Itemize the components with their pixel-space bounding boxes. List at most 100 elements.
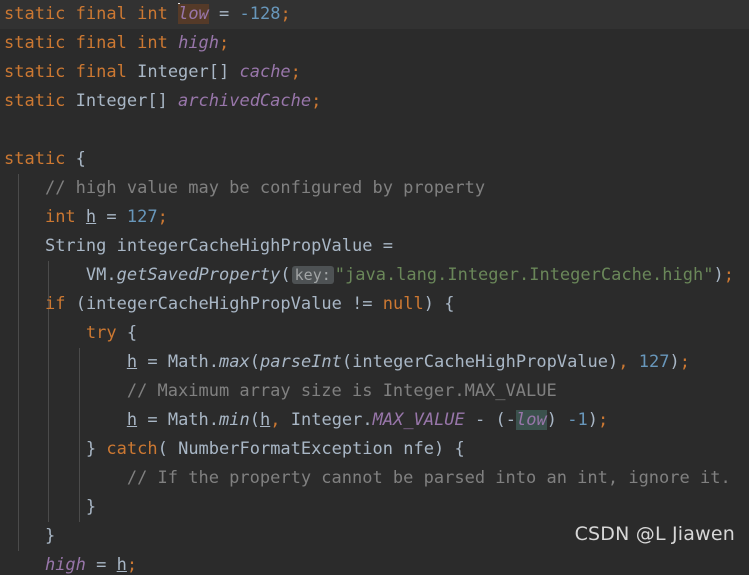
keyword-int: int [137, 33, 168, 53]
field-high-assignment[interactable]: high [45, 555, 86, 575]
field-cache-declaration[interactable]: cache [239, 62, 290, 82]
method-max[interactable]: max [219, 352, 250, 372]
paren-close: ) [669, 352, 680, 372]
code-line-12[interactable]: try { [0, 319, 749, 348]
local-var-h[interactable]: h [127, 410, 137, 430]
keyword-static: static [4, 33, 66, 53]
code-line-7[interactable]: // high value may be configured by prope… [0, 174, 749, 203]
dot: . [208, 352, 220, 372]
code-line-20[interactable]: high = h; [0, 551, 749, 575]
method-getsavedproperty[interactable]: getSavedProperty [117, 265, 281, 285]
number-127: 127 [126, 207, 158, 227]
code-line-18[interactable]: } [0, 493, 749, 522]
local-var-h-declaration[interactable]: h [86, 207, 96, 227]
brace-open: { [444, 294, 455, 314]
field-low-declaration[interactable]: low [178, 4, 209, 24]
brace-close: } [44, 526, 56, 546]
code-line-4[interactable]: static Integer[] archivedCache; [0, 87, 749, 116]
type-integer: Integer [290, 410, 363, 430]
method-parseint[interactable]: parseInt [260, 352, 342, 372]
code-line-5-blank[interactable] [0, 116, 749, 145]
code-line-10[interactable]: VM.getSavedProperty(key: "java.lang.Integ… [0, 261, 749, 290]
keyword-final: final [75, 33, 127, 53]
number-127: 127 [638, 352, 670, 372]
code-line-16[interactable]: } catch( NumberFormatException nfe) { [0, 435, 749, 464]
code-line-17[interactable]: // If the property cannot be parsed into… [0, 464, 749, 493]
local-var-h[interactable]: h [117, 555, 127, 575]
paren-close: ) [433, 439, 445, 459]
code-line-2[interactable]: static final int high; [0, 29, 749, 58]
local-var-integercachehighpropvalue[interactable]: integerCacheHighPropValue [117, 236, 373, 256]
comment-if-property-cannot-be-parsed: // If the property cannot be parsed into… [126, 468, 731, 488]
class-vm: VM [85, 265, 107, 285]
code-editor[interactable]: static final int low = -128; static fina… [0, 0, 749, 575]
code-line-9[interactable]: String integerCacheHighPropValue = [0, 232, 749, 261]
semicolon: ; [280, 4, 291, 24]
paren-open-group: ( [495, 410, 506, 430]
semicolon: ; [290, 62, 301, 82]
code-line-13[interactable]: h = Math.max(parseInt(integerCacheHighPr… [0, 348, 749, 377]
constant-max-value[interactable]: MAX_VALUE [373, 410, 465, 430]
operator-equals: = [219, 4, 230, 24]
keyword-final: final [75, 4, 127, 24]
code-line-3[interactable]: static final Integer[] cache; [0, 58, 749, 87]
field-high-declaration[interactable]: high [178, 33, 219, 53]
inlay-hint-key[interactable]: key: [291, 266, 334, 284]
code-line-14[interactable]: // Maximum array size is Integer.MAX_VAL… [0, 377, 749, 406]
paren-close-group: ) [546, 410, 557, 430]
comma: , [618, 352, 629, 372]
code-line-8[interactable]: int h = 127; [0, 203, 749, 232]
method-min[interactable]: min [219, 410, 250, 430]
code-line-11[interactable]: if (integerCacheHighPropValue != null) { [0, 290, 749, 319]
field-archivedcache-declaration[interactable]: archivedCache [178, 91, 311, 111]
local-var-integercachehighpropvalue[interactable]: integerCacheHighPropValue [352, 352, 608, 372]
field-low-reference[interactable]: low [516, 410, 547, 430]
semicolon: ; [723, 265, 734, 285]
code-lines: static final int low = -128; static fina… [0, 0, 749, 575]
class-math: Math [167, 410, 209, 430]
operator-equals: = [106, 207, 117, 227]
paren-open: ( [249, 410, 260, 430]
type-numberformatexception: NumberFormatException [178, 439, 394, 459]
keyword-int: int [44, 207, 76, 227]
local-var-integercachehighpropvalue[interactable]: integerCacheHighPropValue [86, 294, 342, 314]
operator-equals: = [147, 410, 158, 430]
code-line-1[interactable]: static final int low = -128; [0, 0, 749, 29]
semicolon: ; [311, 91, 322, 111]
local-var-h[interactable]: h [127, 352, 137, 372]
keyword-static: static [4, 4, 66, 24]
brace-open: { [454, 439, 465, 459]
code-line-6[interactable]: static { [0, 145, 749, 174]
code-line-15[interactable]: h = Math.min(h, Integer.MAX_VALUE - (-lo… [0, 406, 749, 435]
paren-open: ( [249, 352, 260, 372]
keyword-try: try [85, 323, 117, 343]
dot: . [362, 410, 373, 430]
param-nfe[interactable]: nfe [403, 439, 434, 459]
keyword-final: final [75, 62, 127, 82]
local-var-h-arg[interactable]: h [260, 410, 270, 430]
semicolon: ; [597, 410, 609, 430]
